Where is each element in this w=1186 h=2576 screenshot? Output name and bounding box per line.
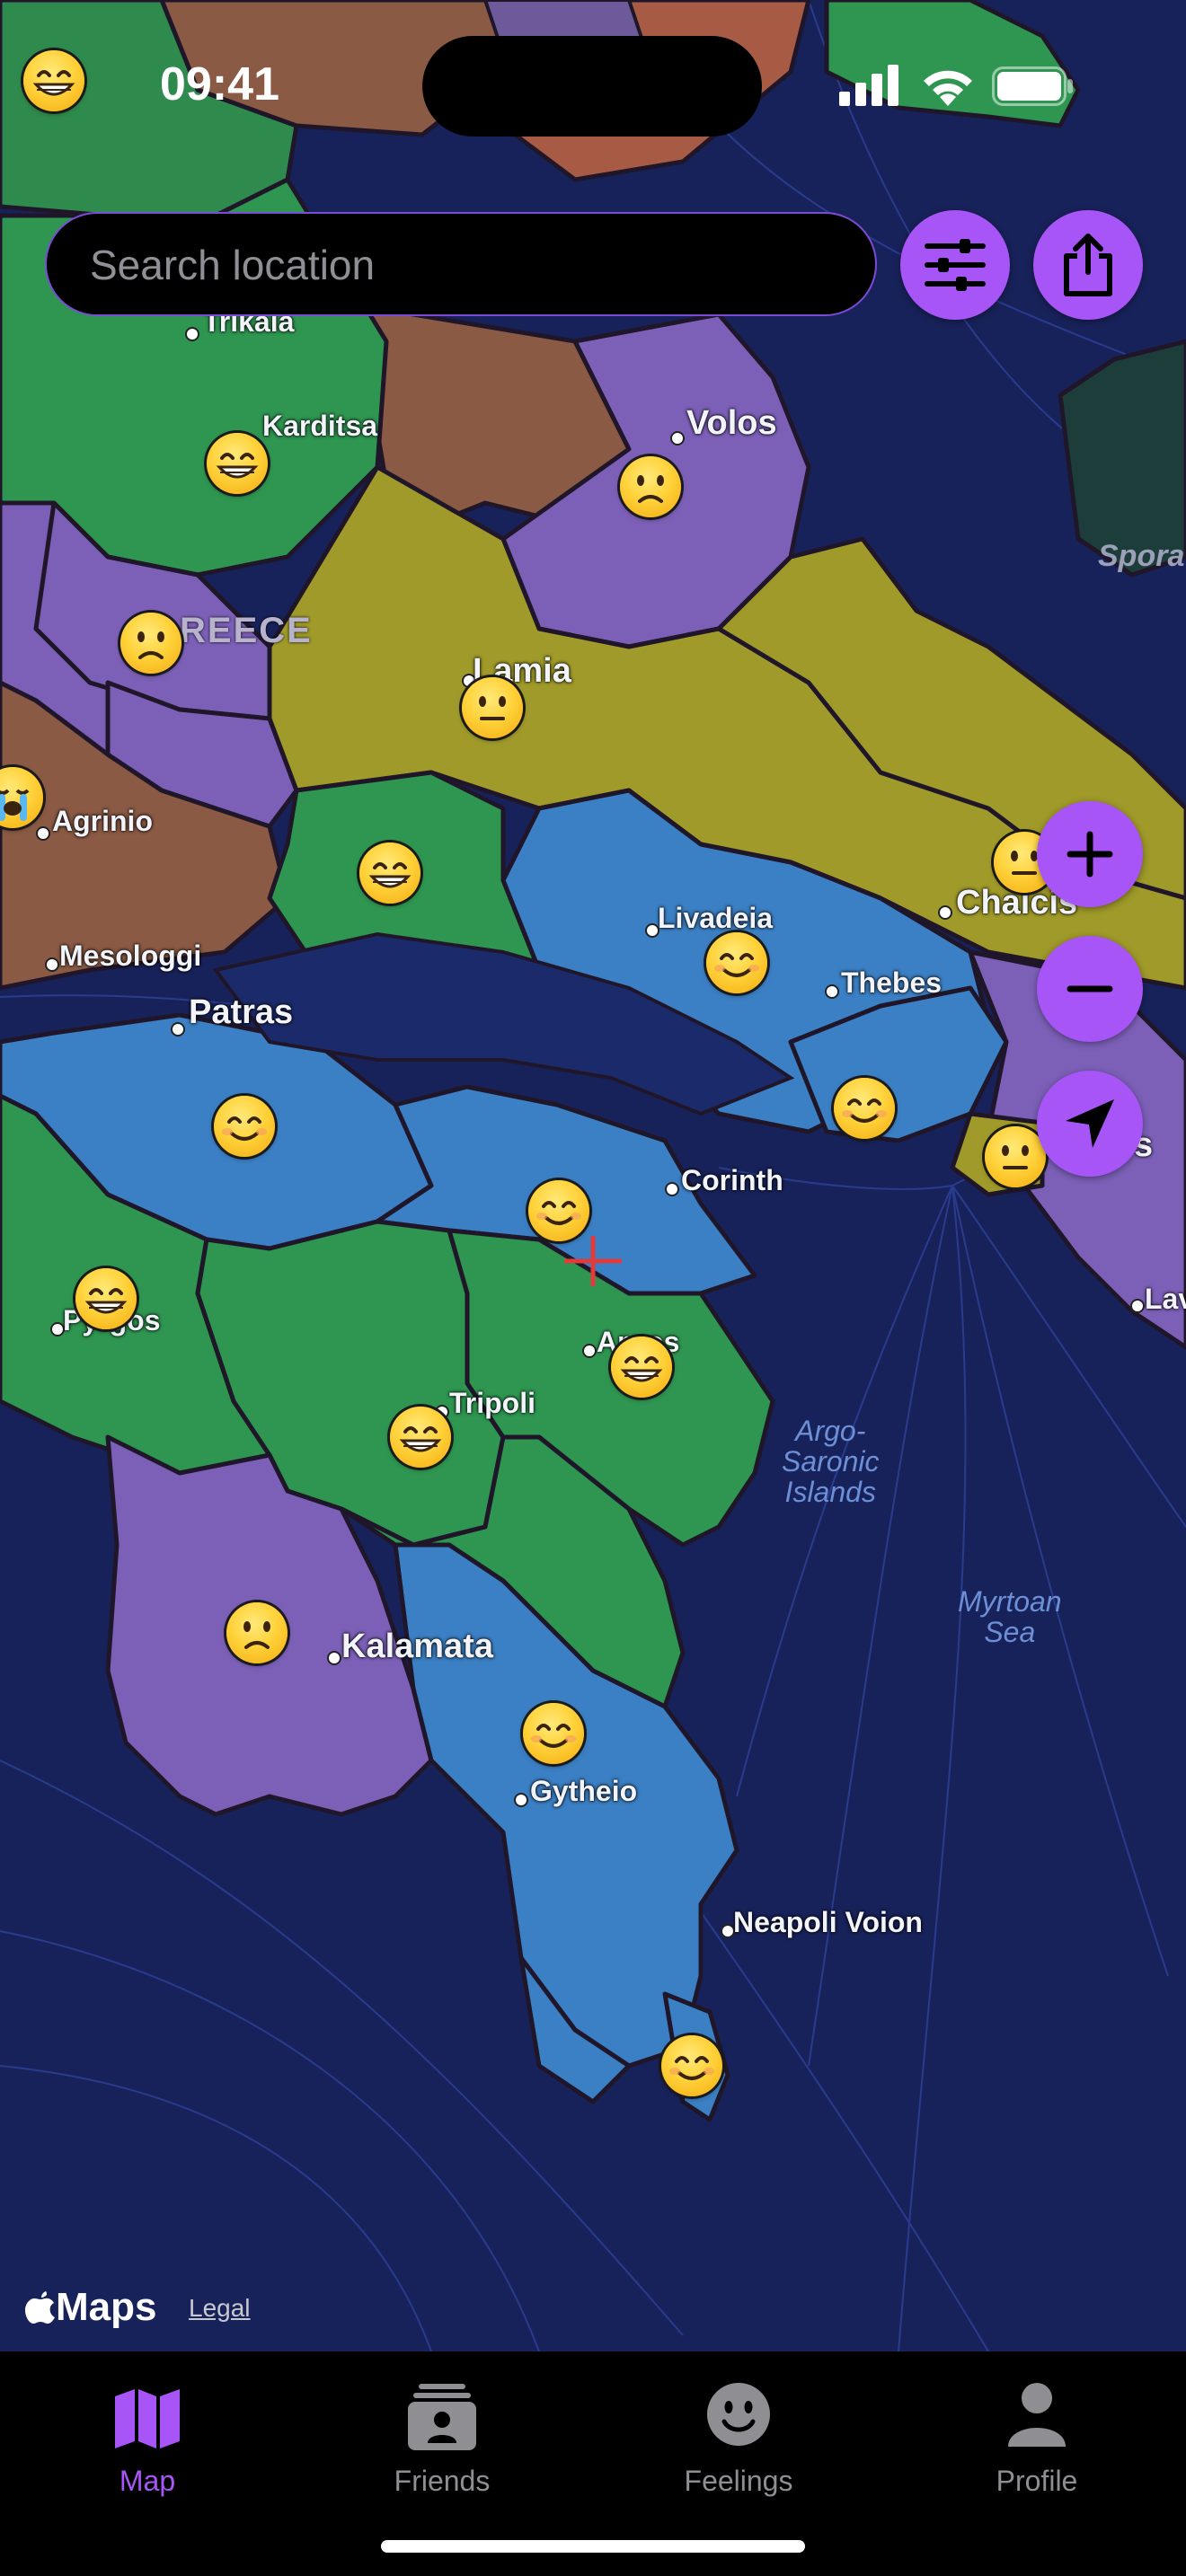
place-dot (665, 1182, 679, 1196)
plus-icon (1067, 831, 1113, 878)
place-label-neapoli: Neapoli Voion (733, 1906, 923, 1938)
grinning-face-icon[interactable] (207, 433, 268, 494)
place-dot (171, 1022, 185, 1037)
place-label-kalamata: Kalamata (341, 1628, 493, 1665)
tab-profile-label: Profile (996, 2465, 1078, 2497)
search-input[interactable] (88, 214, 846, 316)
tab-feelings[interactable]: Feelings (631, 2369, 846, 2504)
slightly-frowning-face-icon[interactable] (226, 1602, 288, 1663)
slightly-smiling-face-icon[interactable] (706, 932, 767, 993)
slightly-frowning-face-icon[interactable] (620, 456, 681, 517)
place-dot (36, 826, 50, 841)
place-dot (825, 984, 839, 999)
zoom-out-button[interactable] (1037, 936, 1143, 1042)
sea-label-myrtoan: Myrtoan Sea (958, 1585, 1062, 1648)
slightly-frowning-face-icon[interactable] (120, 613, 181, 674)
apple-logo-icon (25, 2291, 55, 2324)
filters-button[interactable] (900, 210, 1010, 320)
sea-label-saronic: Argo- Saronic Islands (782, 1415, 880, 1508)
tab-friends-label: Friends (394, 2465, 491, 2497)
feelings-icon (707, 2383, 770, 2446)
grinning-face-icon[interactable] (75, 1268, 137, 1329)
place-label-livadeia: Livadeia (658, 902, 774, 934)
location-arrow-icon (1066, 1099, 1114, 1148)
place-label-thebes: Thebes (841, 966, 943, 999)
share-icon (1064, 234, 1112, 296)
minus-icon (1067, 985, 1113, 992)
locate-button[interactable] (1037, 1071, 1143, 1177)
place-label-lavrio: Lav (1145, 1283, 1186, 1315)
map-view[interactable]: Trikala Karditsa Volos Lamia Agrinio Mes… (0, 0, 1186, 2352)
legal-link[interactable]: Legal (189, 2294, 251, 2323)
grinning-face-icon[interactable] (359, 842, 420, 904)
friends-icon (408, 2384, 476, 2450)
tab-map-label: Map (119, 2465, 176, 2497)
grinning-face-icon[interactable] (611, 1337, 672, 1398)
status-time: 09:41 (160, 58, 279, 110)
zoom-in-button[interactable] (1037, 801, 1143, 907)
wifi-icon (924, 70, 972, 106)
tab-friends[interactable]: Friends (334, 2369, 550, 2504)
slightly-smiling-face-icon[interactable] (528, 1180, 589, 1241)
neutral-face-icon[interactable] (462, 677, 523, 738)
share-button[interactable] (1033, 210, 1143, 320)
place-dot (45, 957, 59, 972)
place-label-mesologgi: Mesologgi (59, 940, 202, 972)
slightly-smiling-face-icon[interactable] (834, 1078, 895, 1139)
place-label-patras: Patras (189, 993, 294, 1031)
place-dot (1130, 1299, 1145, 1313)
place-label-karditsa: Karditsa (262, 410, 378, 442)
grinning-face-icon[interactable] (390, 1407, 451, 1468)
signal-icon (839, 65, 898, 106)
slightly-smiling-face-icon[interactable] (214, 1096, 275, 1157)
place-dot (670, 431, 685, 446)
place-label-agrinio: Agrinio (52, 805, 153, 837)
app-screen: Trikala Karditsa Volos Lamia Agrinio Mes… (0, 0, 1186, 2576)
neutral-face-icon[interactable] (985, 1126, 1046, 1187)
place-label-volos: Volos (686, 404, 777, 442)
place-label-corinth: Corinth (681, 1164, 783, 1196)
place-dot (514, 1793, 528, 1807)
home-indicator (381, 2540, 805, 2553)
place-dot (185, 327, 199, 341)
tab-feelings-label: Feelings (684, 2465, 793, 2497)
sliders-icon (925, 239, 986, 291)
slightly-smiling-face-icon[interactable] (661, 2035, 722, 2096)
maps-label: Maps (56, 2285, 157, 2329)
place-label-gytheio: Gytheio (530, 1775, 638, 1807)
place-dot (582, 1344, 597, 1358)
sea-label-sporades: Spora (1098, 539, 1185, 573)
tab-map[interactable]: Map (40, 2369, 255, 2504)
profile-icon (1008, 2383, 1066, 2447)
slightly-smiling-face-icon[interactable] (523, 1703, 584, 1764)
country-label: REECE (180, 611, 313, 650)
place-label-tripoli: Tripoli (449, 1387, 535, 1419)
map-icon (115, 2389, 180, 2448)
dynamic-island (422, 36, 762, 137)
maps-attribution: Maps (25, 2285, 156, 2330)
grinning-face-icon[interactable] (23, 50, 84, 111)
place-dot (327, 1651, 341, 1665)
place-dot (938, 905, 952, 920)
search-bar[interactable] (45, 212, 877, 316)
battery-icon (992, 66, 1073, 106)
crying-face-icon[interactable] (0, 767, 43, 828)
tab-profile[interactable]: Profile (929, 2369, 1145, 2504)
